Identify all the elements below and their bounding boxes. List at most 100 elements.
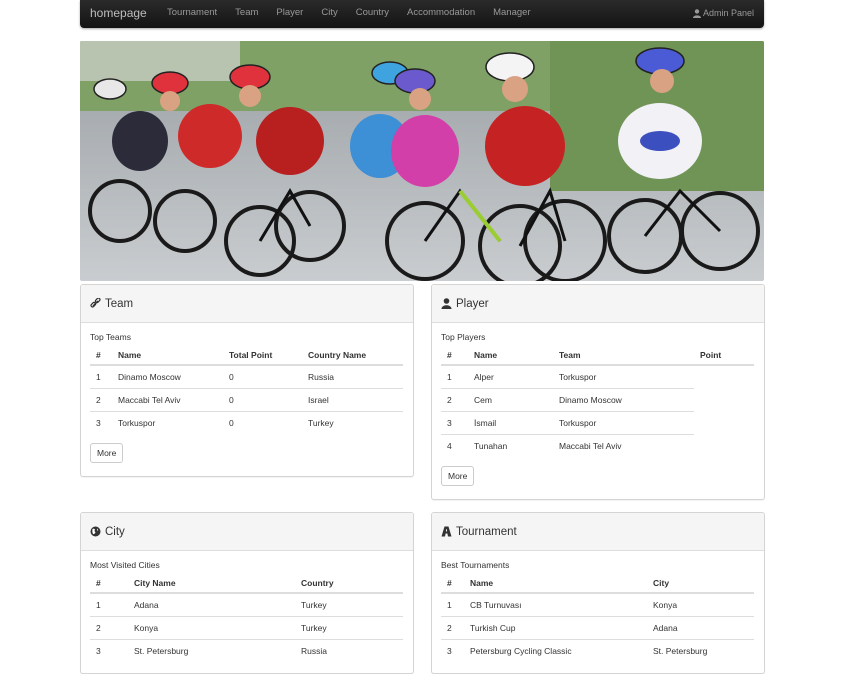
nav-item-country[interactable]: Country xyxy=(347,0,398,26)
cell-name: Alper xyxy=(468,365,553,389)
nav-item-player[interactable]: Player xyxy=(267,0,312,26)
column-header: Point xyxy=(694,346,754,366)
cell-rank: 3 xyxy=(441,411,468,435)
admin-panel-link[interactable]: Admin Panel xyxy=(692,0,754,26)
player-panel-title: Player xyxy=(456,297,489,310)
cell-rank: 4 xyxy=(447,441,452,451)
table-row: 4 Tunahan Maccabi Tel Aviv xyxy=(441,435,754,458)
cell-rank: 3 xyxy=(96,418,101,428)
column-header: Country Name xyxy=(302,346,403,366)
cell-city: Konya xyxy=(647,593,754,617)
cell-city: St. Petersburg xyxy=(134,646,189,656)
road-icon xyxy=(441,526,452,537)
cell-point xyxy=(694,365,754,389)
cell-name: Cem xyxy=(468,388,553,412)
cell-rank: 2 xyxy=(441,616,464,640)
globe-icon xyxy=(90,526,101,537)
column-header: # xyxy=(441,574,464,594)
cell-rank: 2 xyxy=(90,388,112,412)
cell-team: Dinamo Moscow xyxy=(553,388,694,412)
column-header: Name xyxy=(468,346,553,366)
table-row: 2 Turkish Cup Adana xyxy=(441,616,754,640)
cell-city: Adana xyxy=(647,616,754,640)
nav-item-accommodation[interactable]: Accommodation xyxy=(398,0,484,26)
cell-country: Russia xyxy=(302,365,403,389)
cell-points: 0 xyxy=(223,365,302,389)
team-more-button[interactable]: More xyxy=(90,443,124,463)
cell-city: St. Petersburg xyxy=(653,646,708,656)
user-icon xyxy=(692,8,701,18)
cell-name: Turkish Cup xyxy=(464,616,647,640)
column-header: City xyxy=(647,574,754,594)
table-row: 3 Torkuspor 0 Turkey xyxy=(90,412,403,435)
cell-points: 0 xyxy=(223,388,302,412)
cell-country: Turkey xyxy=(295,616,403,640)
table-row: 1 CB Turnuvası Konya xyxy=(441,593,754,617)
column-header: Name xyxy=(464,574,647,594)
cell-point xyxy=(694,435,754,458)
tournament-panel-title: Tournament xyxy=(456,525,517,538)
table-row: 1 Alper Torkuspor xyxy=(441,365,754,389)
tournament-panel: Tournament Best Tournaments # Name City … xyxy=(431,512,765,674)
table-row: 3 Petersburg Cycling Classic St. Petersb… xyxy=(441,640,754,663)
player-more-button[interactable]: More xyxy=(441,466,475,486)
table-row: 3 St. Petersburg Russia xyxy=(90,640,403,663)
nav-item-tournament[interactable]: Tournament xyxy=(158,0,226,26)
cell-name: Petersburg Cycling Classic xyxy=(470,646,572,656)
table-row: 2 Konya Turkey xyxy=(90,616,403,640)
cell-city: Adana xyxy=(128,593,295,617)
cell-name: İsmail xyxy=(468,411,553,435)
top-players-caption: Top Players xyxy=(441,332,486,342)
cell-team: Maccabi Tel Aviv xyxy=(559,441,622,451)
table-row: 1 Dinamo Moscow 0 Russia xyxy=(90,365,403,389)
player-panel: Player Top Players # Name Team Point 1 A… xyxy=(431,284,765,500)
column-header: Country xyxy=(295,574,403,594)
nav-item-team[interactable]: Team xyxy=(226,0,267,26)
top-teams-table: # Name Total Point Country Name 1 Dinamo… xyxy=(90,346,403,434)
cell-points: 0 xyxy=(229,418,234,428)
cell-rank: 2 xyxy=(90,616,128,640)
cell-country: Russia xyxy=(301,646,327,656)
column-header: # xyxy=(90,574,128,594)
admin-panel-label: Admin Panel xyxy=(702,8,754,18)
cell-team: Torkuspor xyxy=(553,365,694,389)
cell-rank: 3 xyxy=(447,646,452,656)
column-header: # xyxy=(441,346,468,366)
table-row: 1 Adana Turkey xyxy=(90,593,403,617)
city-panel: City Most Visited Cities # City Name Cou… xyxy=(80,512,414,674)
tournament-panel-heading: Tournament xyxy=(432,513,764,551)
user-icon xyxy=(441,298,452,309)
column-header: # xyxy=(90,346,112,366)
cell-name: CB Turnuvası xyxy=(464,593,647,617)
cell-country: Israel xyxy=(302,388,403,412)
top-teams-caption: Top Teams xyxy=(90,332,131,342)
cell-point xyxy=(694,389,754,412)
nav-item-manager[interactable]: Manager xyxy=(484,0,540,26)
cell-name: Dinamo Moscow xyxy=(112,365,223,389)
tournaments-table: # Name City 1 CB Turnuvası Konya 2 Turki… xyxy=(441,574,754,662)
cyclists-photo xyxy=(80,41,764,281)
cell-rank: 1 xyxy=(441,593,464,617)
main-nav: Tournament Team Player City Country Acco… xyxy=(158,0,540,26)
team-panel-heading: Team xyxy=(81,285,413,323)
cell-city: Konya xyxy=(128,616,295,640)
cell-name: Torkuspor xyxy=(118,418,156,428)
table-row: 3 İsmail Torkuspor xyxy=(441,411,754,435)
cell-rank: 1 xyxy=(441,365,468,389)
most-visited-cities-caption: Most Visited Cities xyxy=(90,560,160,570)
cities-table: # City Name Country 1 Adana Turkey 2 Kon… xyxy=(90,574,403,662)
team-panel-title: Team xyxy=(105,297,134,310)
nav-item-city[interactable]: City xyxy=(312,0,346,26)
cell-country: Turkey xyxy=(308,418,334,428)
cell-name: Maccabi Tel Aviv xyxy=(112,388,223,412)
cell-point xyxy=(694,412,754,435)
link-icon xyxy=(90,298,101,308)
hero-image xyxy=(80,41,764,281)
cell-team: Torkuspor xyxy=(553,411,694,435)
top-players-table: # Name Team Point 1 Alper Torkuspor 2 Ce… xyxy=(441,346,754,457)
brand-link[interactable]: homepage xyxy=(90,0,147,26)
city-panel-heading: City xyxy=(81,513,413,551)
table-row: 2 Maccabi Tel Aviv 0 Israel xyxy=(90,388,403,412)
team-panel: Team Top Teams # Name Total Point Countr… xyxy=(80,284,414,477)
column-header: City Name xyxy=(128,574,295,594)
